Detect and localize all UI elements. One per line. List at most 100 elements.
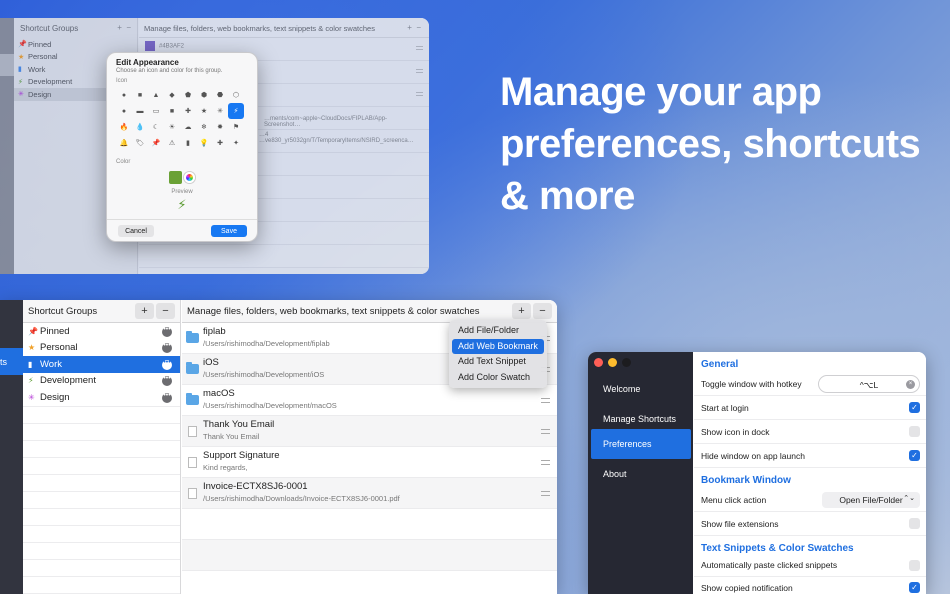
preferences-sidebar: Welcome Manage Shortcuts Preferences Abo… — [588, 352, 693, 594]
list-item[interactable]: Support Signature Kind regards, — [182, 447, 557, 478]
clear-icon[interactable]: × — [906, 380, 915, 389]
icon-option[interactable]: ⬣ — [212, 87, 228, 103]
icon-option[interactable]: ▬ — [132, 103, 148, 119]
setting-hide-launch: Hide window on app launch ✓ — [694, 444, 926, 468]
dialog-subtitle: Choose an icon and color for this group. — [116, 68, 223, 74]
setting-start-login: Start at login ✓ — [694, 396, 926, 420]
folder-icon — [186, 331, 199, 343]
icon-option[interactable]: ❄ — [196, 119, 212, 135]
drag-handle-icon[interactable] — [541, 429, 550, 434]
icon-option[interactable]: ☁ — [180, 119, 196, 135]
icon-option[interactable]: ✳ — [212, 103, 228, 119]
icon-option[interactable]: ⬢ — [196, 87, 212, 103]
nav-about[interactable]: About — [591, 459, 691, 489]
icon-option[interactable]: ● — [116, 87, 132, 103]
more-icon[interactable]: ••• — [162, 342, 172, 353]
icon-option[interactable]: ■ — [164, 103, 180, 119]
save-button[interactable]: Save — [211, 225, 247, 237]
hotkey-field[interactable]: ^⌥L × — [818, 375, 920, 393]
icon-option[interactable]: ✚ — [212, 135, 228, 151]
selected-color-swatch[interactable] — [169, 171, 182, 184]
add-item-button[interactable]: + — [512, 303, 531, 319]
icon-option[interactable]: ● — [116, 103, 132, 119]
bg-groups-header: Shortcut Groups + − — [20, 23, 131, 33]
drag-handle-icon[interactable] — [416, 69, 423, 73]
icon-option[interactable]: ☾ — [148, 119, 164, 135]
show-extensions-checkbox[interactable] — [909, 518, 920, 529]
icon-option[interactable]: ⚠ — [164, 135, 180, 151]
asterisk-icon: ✳ — [18, 91, 24, 99]
more-icon[interactable]: ••• — [162, 375, 172, 386]
group-item-work[interactable]: ▮ Work ••• — [23, 356, 180, 373]
cancel-button[interactable]: Cancel — [118, 225, 154, 237]
drag-handle-icon[interactable] — [416, 46, 423, 50]
groups-pane: Shortcut Groups + − 📌 Pinned ••• ★ Perso… — [23, 300, 181, 594]
add-group-button[interactable]: + — [135, 303, 154, 319]
nav-preferences[interactable]: Preferences — [591, 429, 691, 459]
icon-option[interactable]: ▭ — [148, 103, 164, 119]
sidebar-item-shortcuts[interactable]: ts — [0, 348, 23, 375]
icon-option[interactable]: ✚ — [180, 103, 196, 119]
icon-option[interactable]: 🔥 — [116, 119, 132, 135]
icon-label: Icon — [116, 78, 128, 84]
color-wheel-icon[interactable] — [184, 172, 195, 183]
drag-handle-icon[interactable] — [416, 92, 423, 96]
list-item[interactable]: Thank You Email Thank You Email — [182, 416, 557, 447]
show-dock-checkbox[interactable] — [909, 426, 920, 437]
section-bookmark-window: Bookmark Window — [701, 475, 791, 486]
start-login-checkbox[interactable]: ✓ — [909, 402, 920, 413]
hide-launch-checkbox[interactable]: ✓ — [909, 450, 920, 461]
menu-item-add-color-swatch[interactable]: Add Color Swatch — [452, 370, 544, 386]
setting-show-dock: Show icon in dock — [694, 420, 926, 444]
list-item[interactable]: macOS /Users/rishimodha/Development/macO… — [182, 385, 557, 416]
menu-click-select[interactable]: Open File/Folder ⌃⌄ — [822, 492, 920, 508]
bg-files-header: Manage files, folders, web bookmarks, te… — [139, 18, 429, 38]
groups-header: Shortcut Groups + − — [23, 300, 180, 323]
more-icon[interactable]: ••• — [162, 359, 172, 370]
icon-option[interactable]: 💡 — [196, 135, 212, 151]
icon-option[interactable]: 💧 — [132, 119, 148, 135]
icon-option[interactable]: ◆ — [164, 87, 180, 103]
asterisk-icon: ✳ — [28, 392, 35, 402]
group-item-development[interactable]: ⚡ Development ••• — [23, 373, 180, 390]
group-item-pinned[interactable]: 📌 Pinned ••• — [23, 323, 180, 340]
icon-option[interactable]: ⚑ — [228, 119, 244, 135]
main-sidebar-strip: ts — [0, 300, 23, 594]
icon-option[interactable]: ⚡ — [228, 103, 244, 119]
icon-option[interactable]: ⬟ — [180, 87, 196, 103]
group-item-design[interactable]: ✳ Design ••• — [23, 389, 180, 406]
drag-handle-icon[interactable] — [541, 398, 550, 403]
more-icon[interactable]: ••• — [162, 392, 172, 403]
setting-menu-click: Menu click action Open File/Folder ⌃⌄ — [694, 488, 926, 512]
menu-item-add-text-snippet[interactable]: Add Text Snippet — [452, 354, 544, 370]
group-item-personal[interactable]: ★ Personal ••• — [23, 340, 180, 357]
drag-handle-icon[interactable] — [541, 491, 550, 496]
icon-option[interactable]: ✦ — [228, 135, 244, 151]
auto-paste-checkbox[interactable] — [909, 560, 920, 571]
remove-group-button[interactable]: − — [156, 303, 175, 319]
icon-option[interactable]: ▲ — [148, 87, 164, 103]
list-item[interactable]: Invoice-ECTX8SJ6-0001 /Users/rishimodha/… — [182, 478, 557, 509]
icon-option[interactable]: ▮ — [180, 135, 196, 151]
show-copied-checkbox[interactable]: ✓ — [909, 582, 920, 593]
drag-handle-icon[interactable] — [541, 460, 550, 465]
bg-group-item[interactable]: 📌 Pinned — [14, 38, 137, 51]
close-window-button[interactable] — [594, 358, 603, 367]
menu-item-add-web-bookmark[interactable]: Add Web Bookmark — [452, 338, 544, 354]
icon-option[interactable]: 🔔 — [116, 135, 132, 151]
icon-option[interactable]: ★ — [196, 103, 212, 119]
icon-option[interactable]: ⬡ — [228, 87, 244, 103]
minimize-window-button[interactable] — [608, 358, 617, 367]
remove-item-button[interactable]: − — [533, 303, 552, 319]
icon-option[interactable]: ✸ — [212, 119, 228, 135]
zoom-window-button[interactable] — [622, 358, 631, 367]
icon-option[interactable]: ☀ — [164, 119, 180, 135]
more-icon[interactable]: ••• — [162, 326, 172, 337]
pdf-file-icon — [188, 488, 197, 499]
bookmark-icon: ▮ — [28, 359, 33, 369]
icon-option[interactable]: 🏷 — [132, 135, 148, 151]
icon-option[interactable]: ■ — [132, 87, 148, 103]
icon-option[interactable]: 📌 — [148, 135, 164, 151]
nav-welcome[interactable]: Welcome — [591, 374, 691, 404]
menu-item-add-file-folder[interactable]: Add File/Folder — [452, 323, 544, 339]
